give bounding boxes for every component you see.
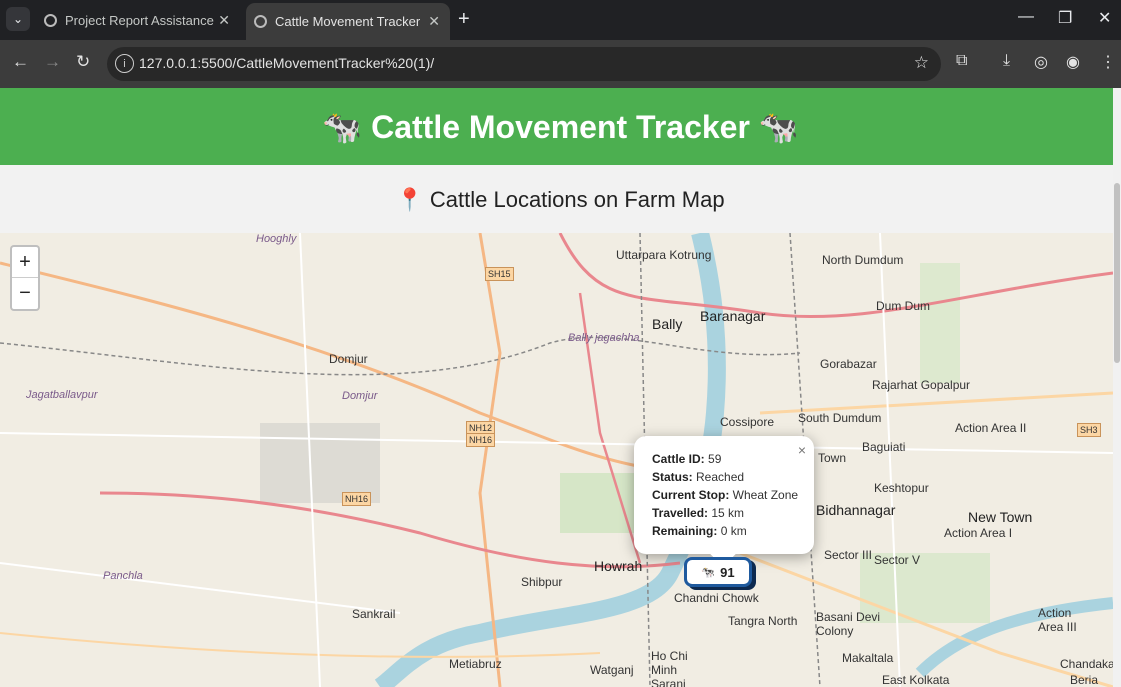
zoom-out-button[interactable]: − (12, 278, 38, 309)
profile-icon[interactable]: ◉ (1066, 52, 1080, 72)
farm-map[interactable]: + − Uttarpara Kotrung North Dumdum Dum D… (0, 233, 1113, 687)
map-tiles (0, 233, 1113, 687)
map-label: Uttarpara Kotrung (616, 248, 712, 262)
popup-line-status: Status: Reached (652, 470, 745, 484)
browser-toolbar: ← → ↻ i 127.0.0.1:5500/CattleMovementTra… (0, 40, 1121, 88)
road-shield: SH15 (485, 267, 514, 281)
cow-icon: 🐄 (701, 566, 716, 579)
site-info-icon[interactable]: i (115, 54, 134, 73)
tab-project-report[interactable]: Project Report Assistance ✕ (36, 3, 240, 37)
tab-title: Cattle Movement Tracker (275, 14, 421, 29)
map-label: Bally (652, 316, 683, 332)
map-label: South Dumdum (798, 411, 882, 425)
map-label: Sankrail (352, 607, 396, 621)
map-label: Baguiati (862, 440, 906, 454)
map-label: Gorabazar (820, 357, 877, 371)
map-label: East Kolkata (882, 673, 950, 687)
map-label: Watganj (590, 663, 634, 677)
map-label: Domjur (329, 352, 368, 366)
popup-line-current-stop: Current Stop: Wheat Zone (652, 488, 799, 502)
close-tab-icon[interactable]: ✕ (428, 13, 440, 30)
zoom-control: + − (10, 245, 40, 311)
map-label: Action Area II (955, 421, 1027, 435)
new-tab-button[interactable]: + (458, 8, 470, 31)
tab-strip: ⌄ Project Report Assistance ✕ Cattle Mov… (0, 0, 1121, 40)
map-label: Sector V (874, 553, 921, 567)
page-scrollbar[interactable] (1113, 88, 1121, 687)
extensions-icon[interactable]: ⧉ (956, 52, 967, 70)
menu-icon[interactable]: ⋮ (1100, 52, 1116, 72)
close-tab-icon[interactable]: ✕ (218, 12, 230, 29)
web-page: 🐄 Cattle Movement Tracker 🐄 📍 Cattle Loc… (0, 88, 1121, 687)
map-label: Beria (1070, 673, 1099, 687)
cluster-count: 91 (720, 564, 735, 580)
map-label: Bidhannagar (816, 502, 896, 518)
performance-icon[interactable]: ◎ (1034, 52, 1048, 72)
map-label: Action Area III (1038, 606, 1077, 634)
map-label: Shibpur (521, 575, 563, 589)
popup-line-travelled: Travelled: 15 km (652, 506, 745, 520)
map-label: Basani Devi Colony (816, 610, 881, 638)
road-shield: NH16 (342, 492, 372, 506)
bookmark-star-icon[interactable]: ☆ (914, 53, 929, 73)
map-label: Jagatballavpur (26, 389, 98, 401)
tab-search-button[interactable]: ⌄ (6, 7, 30, 31)
tab-title: Project Report Assistance (65, 12, 214, 28)
map-label: Ho Chi Minh Sarani (651, 649, 688, 687)
map-label: Bally jagachha (568, 332, 640, 344)
cattle-info-popup: × Cattle ID: 59 Status: Reached Current … (634, 436, 814, 567)
map-label: Hooghly (256, 233, 297, 245)
map-label: Rajarhat Gopalpur (872, 378, 971, 392)
map-label: North Dumdum (822, 253, 904, 267)
map-label: Chandni Chowk (674, 591, 759, 605)
map-label: Sector III (824, 548, 873, 562)
map-label: Tangra North (728, 614, 798, 628)
map-label: Dum Dum (876, 299, 931, 313)
restore-icon[interactable]: ❐ (1058, 8, 1072, 28)
reload-icon[interactable]: ↻ (76, 52, 90, 72)
forward-icon[interactable]: → (44, 52, 61, 72)
page-subtitle: 📍 Cattle Locations on Farm Map (396, 187, 725, 212)
map-label: Howrah (594, 558, 643, 574)
back-icon[interactable]: ← (12, 52, 29, 72)
popup-line-cattle-id: Cattle ID: 59 (652, 452, 722, 466)
map-label: Keshtopur (874, 481, 929, 495)
map-label: Cossipore (720, 415, 775, 429)
minimize-icon[interactable]: — (1018, 8, 1034, 26)
map-label: Baranagar (700, 308, 766, 324)
map-label: Action Area I (944, 526, 1013, 540)
map-label: New Town (968, 509, 1033, 525)
zoom-in-button[interactable]: + (12, 247, 38, 278)
road-shield: SH3 (1077, 423, 1101, 437)
map-label: Makaltala (842, 651, 894, 665)
popup-line-remaining: Remaining: 0 km (652, 524, 747, 538)
page-header: 🐄 Cattle Movement Tracker 🐄 (0, 88, 1121, 165)
map-label: Chandakar (1060, 657, 1113, 671)
map-label: Domjur (342, 390, 378, 402)
url-text: 127.0.0.1:5500/CattleMovementTracker%20(… (139, 55, 435, 71)
road-shield: NH16 (466, 433, 496, 447)
close-window-icon[interactable]: ✕ (1098, 8, 1111, 28)
globe-favicon-icon (254, 15, 267, 28)
openai-favicon-icon (44, 13, 57, 27)
address-bar[interactable]: i 127.0.0.1:5500/CattleMovementTracker%2… (107, 47, 941, 81)
map-label: Metiabruz (449, 657, 502, 671)
scrollbar-thumb[interactable] (1114, 183, 1120, 363)
map-label: Panchla (103, 570, 143, 582)
download-icon[interactable]: ⤓ (1003, 52, 1010, 70)
tab-cattle-tracker[interactable]: Cattle Movement Tracker ✕ (246, 3, 450, 40)
map-label: Town (818, 451, 847, 465)
close-popup-icon[interactable]: × (798, 441, 806, 459)
cattle-cluster-marker[interactable]: 🐄 91 (684, 557, 752, 587)
